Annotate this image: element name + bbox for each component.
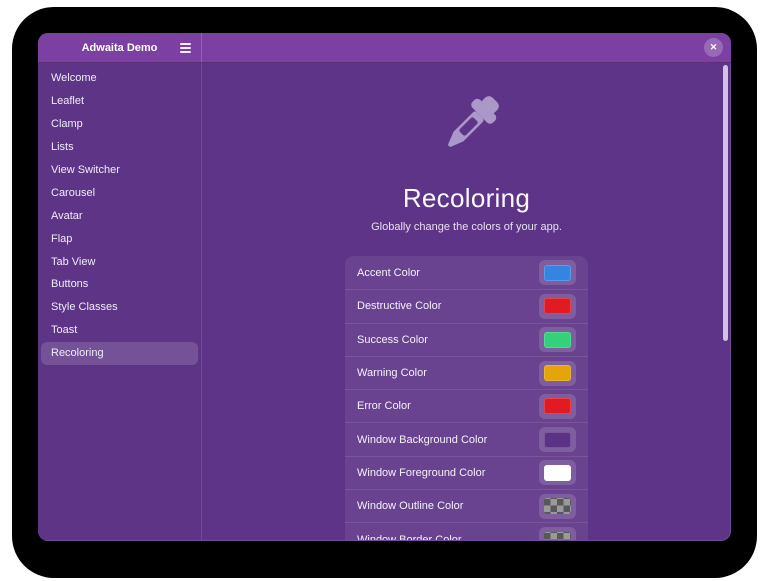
eyedropper-icon (424, 85, 510, 171)
sidebar-item-lists[interactable]: Lists (41, 136, 198, 159)
warning-color-button[interactable] (539, 361, 576, 386)
sidebar-item-view-switcher[interactable]: View Switcher (41, 159, 198, 182)
row-label: Window Outline Color (357, 500, 539, 512)
sidebar: Welcome Leaflet Clamp Lists View Switche… (38, 63, 202, 540)
warning-color-swatch (544, 365, 571, 381)
success-color-button[interactable] (539, 327, 576, 352)
window-background-color-button[interactable] (539, 427, 576, 452)
page-title: Recoloring (403, 183, 530, 214)
adwaita-demo-window: Adwaita Demo ✕ Welcome Leaflet Clamp Lis… (38, 33, 731, 541)
window-foreground-color-swatch (544, 465, 571, 481)
row-warning-color[interactable]: Warning Color (345, 356, 588, 389)
sidebar-item-flap[interactable]: Flap (41, 227, 198, 250)
sidebar-item-style-classes[interactable]: Style Classes (41, 296, 198, 319)
row-label: Accent Color (357, 267, 539, 279)
sidebar-item-tab-view[interactable]: Tab View (41, 250, 198, 273)
row-window-outline-color[interactable]: Window Outline Color (345, 489, 588, 522)
row-label: Window Background Color (357, 434, 539, 446)
row-error-color[interactable]: Error Color (345, 389, 588, 422)
sidebar-item-leaflet[interactable]: Leaflet (41, 90, 198, 113)
screenshot-stage: Adwaita Demo ✕ Welcome Leaflet Clamp Lis… (0, 0, 768, 581)
hamburger-icon (180, 43, 191, 53)
sidebar-item-welcome[interactable]: Welcome (41, 67, 198, 90)
content-titlebar[interactable]: ✕ (202, 33, 731, 62)
accent-color-swatch (544, 265, 571, 281)
row-label: Window Foreground Color (357, 467, 539, 479)
sidebar-item-carousel[interactable]: Carousel (41, 181, 198, 204)
window-border-color-button[interactable] (539, 527, 576, 540)
row-destructive-color[interactable]: Destructive Color (345, 289, 588, 322)
sidebar-item-toast[interactable]: Toast (41, 319, 198, 342)
color-settings-list: Accent Color Destructive Color Success C… (345, 256, 588, 540)
row-label: Warning Color (357, 367, 539, 379)
row-label: Destructive Color (357, 300, 539, 312)
window-background-color-swatch (544, 432, 571, 448)
row-label: Error Color (357, 400, 539, 412)
close-button[interactable]: ✕ (704, 38, 723, 57)
row-window-foreground-color[interactable]: Window Foreground Color (345, 456, 588, 489)
sidebar-titlebar[interactable]: Adwaita Demo (38, 33, 202, 62)
primary-menu-button[interactable] (174, 37, 196, 59)
error-color-button[interactable] (539, 394, 576, 419)
row-window-background-color[interactable]: Window Background Color (345, 422, 588, 455)
destructive-color-swatch (544, 298, 571, 314)
status-page: Recoloring Globally change the colors of… (202, 63, 731, 540)
sidebar-item-buttons[interactable]: Buttons (41, 273, 198, 296)
row-accent-color[interactable]: Accent Color (345, 256, 588, 289)
page-subtitle: Globally change the colors of your app. (371, 221, 562, 233)
accent-color-button[interactable] (539, 260, 576, 285)
row-success-color[interactable]: Success Color (345, 323, 588, 356)
row-window-border-color[interactable]: Window Border Color (345, 522, 588, 540)
row-label: Window Border Color (357, 534, 539, 540)
window-outline-color-swatch (544, 498, 571, 514)
destructive-color-button[interactable] (539, 294, 576, 319)
window-outline-color-button[interactable] (539, 494, 576, 519)
row-label: Success Color (357, 334, 539, 346)
titlebar: Adwaita Demo ✕ (38, 33, 731, 63)
window-body: Welcome Leaflet Clamp Lists View Switche… (38, 63, 731, 540)
success-color-swatch (544, 332, 571, 348)
sidebar-item-recoloring[interactable]: Recoloring (41, 342, 198, 365)
window-title: Adwaita Demo (82, 42, 158, 54)
sidebar-item-clamp[interactable]: Clamp (41, 113, 198, 136)
main-content: Recoloring Globally change the colors of… (202, 63, 731, 540)
window-foreground-color-button[interactable] (539, 460, 576, 485)
error-color-swatch (544, 398, 571, 414)
close-icon: ✕ (710, 42, 718, 53)
sidebar-item-avatar[interactable]: Avatar (41, 204, 198, 227)
window-border-color-swatch (544, 532, 571, 540)
scrollbar-thumb[interactable] (723, 65, 728, 341)
